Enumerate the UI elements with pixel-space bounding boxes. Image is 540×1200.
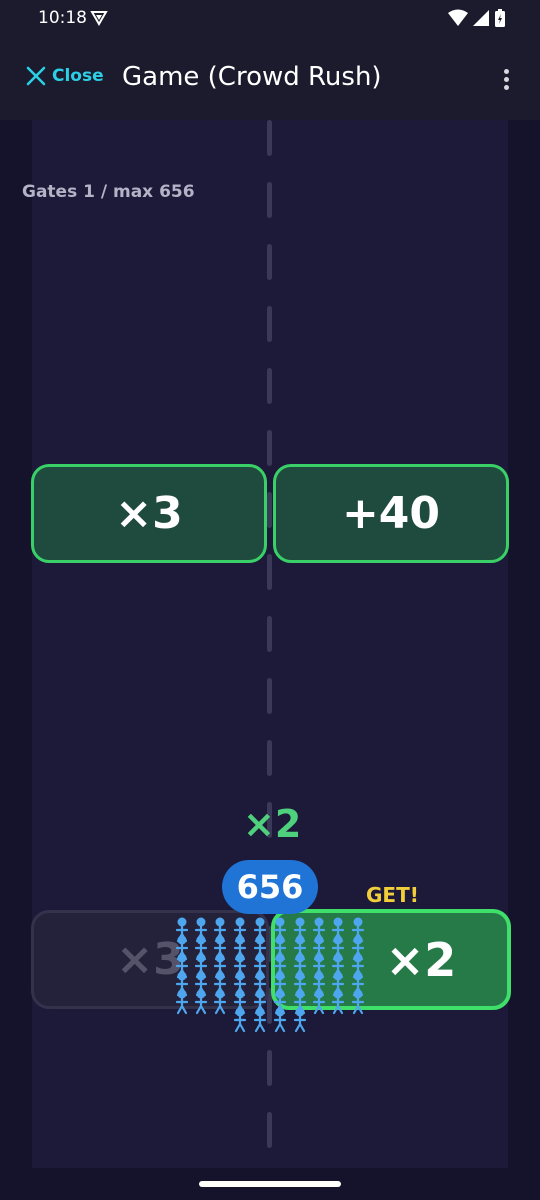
lane-dash — [267, 740, 272, 776]
wifi-icon — [448, 9, 468, 26]
lane-dash — [267, 244, 272, 280]
gate-upper-left-label: ×3 — [115, 488, 183, 539]
app-bar: Close Game (Crowd Rush) — [0, 40, 540, 120]
lane-dash — [267, 678, 272, 714]
more-vert-icon — [503, 69, 509, 74]
crowd-figures — [175, 917, 365, 1033]
lane-dash — [267, 1050, 272, 1086]
crowd-person — [253, 1007, 267, 1033]
lane-dash — [267, 430, 272, 466]
lane-dash — [267, 616, 272, 652]
lane-dash — [267, 492, 272, 528]
crowd-count-badge: 656 — [222, 860, 318, 914]
crowd-person — [293, 1007, 307, 1033]
crowd-person — [233, 1007, 247, 1033]
crowd-person — [213, 989, 227, 1015]
gate-upper-left[interactable]: ×3 — [31, 464, 267, 563]
multiplier-indicator: ×2 — [243, 802, 302, 846]
lane-dash — [267, 120, 272, 156]
crowd-person — [312, 989, 326, 1015]
battery-icon — [495, 9, 505, 27]
crowd-person — [331, 989, 345, 1015]
lane-dash — [267, 1112, 272, 1148]
crowd-person — [175, 989, 189, 1015]
home-indicator[interactable] — [199, 1181, 341, 1187]
gates-counter: Gates 1 / max 656 — [22, 182, 195, 202]
vpn-icon — [90, 11, 108, 26]
status-bar: 10:18 — [0, 0, 540, 40]
more-options-button[interactable] — [496, 66, 516, 94]
crowd-count: 656 — [236, 868, 304, 906]
close-button[interactable]: Close — [26, 66, 104, 86]
close-icon — [26, 66, 46, 86]
get-label: GET! — [366, 883, 419, 907]
crowd-person — [273, 1007, 287, 1033]
gate-upper-right[interactable]: +40 — [273, 464, 509, 563]
lane-dash — [267, 306, 272, 342]
crowd-person — [194, 989, 208, 1015]
lane-dash — [267, 554, 272, 590]
close-label: Close — [52, 66, 104, 86]
crowd-person — [351, 989, 365, 1015]
signal-icon — [473, 10, 489, 26]
gate-lower-right-label: ×2 — [385, 932, 457, 987]
lane-dash — [267, 182, 272, 218]
gate-upper-right-label: +40 — [341, 488, 441, 539]
lane-dash — [267, 368, 272, 404]
page-title: Game (Crowd Rush) — [122, 62, 382, 92]
clock: 10:18 — [38, 8, 87, 28]
